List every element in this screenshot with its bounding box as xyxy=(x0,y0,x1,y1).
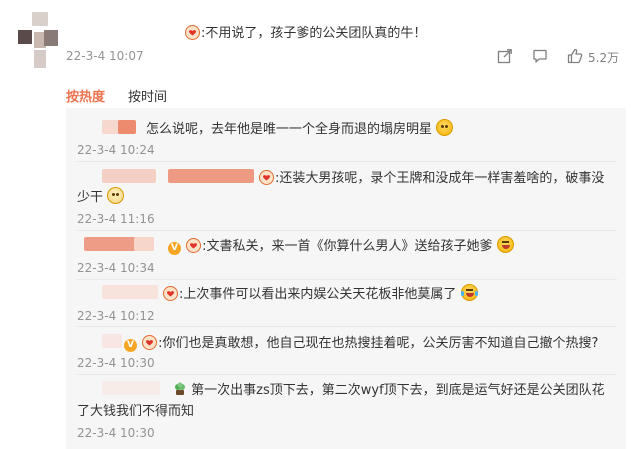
divider xyxy=(77,161,617,162)
reply-text: V :你们也是真敢想，他自己现在也热搜挂着呢，公关厉害不知道自己撤个热搜? xyxy=(124,332,598,352)
tab-sort-by-time[interactable]: 按时间 xyxy=(128,86,167,105)
reply-text: 第一次出事zs顶下去，第二次wyf顶下去，到底是运气好还是公关团队花 xyxy=(173,379,605,398)
divider xyxy=(77,374,617,375)
reply-content: 第一次出事zs顶下去，第二次wyf顶下去，到底是运气好还是公关团队花 xyxy=(191,383,605,398)
reply-text: V :文書私关，来一首《你算什么男人》送给孩子她爹 xyxy=(168,235,514,255)
divider xyxy=(77,230,617,231)
share-icon xyxy=(497,49,512,64)
reply-username-blurred[interactable] xyxy=(102,285,158,299)
reply-time: 22-3-4 10:30 xyxy=(77,426,155,440)
reply-time: 22-3-4 10:34 xyxy=(77,261,155,275)
reply-text-continued: 少干 xyxy=(77,186,125,205)
reply-content: 怎么说呢，去年他是唯一一个全身而退的塌房明星 xyxy=(146,122,433,137)
tears-of-joy-emoji-icon xyxy=(460,284,478,301)
reply-time: 22-3-4 10:24 xyxy=(77,143,155,157)
tab-sort-by-hot[interactable]: 按热度 xyxy=(66,86,105,105)
laugh-emoji-icon xyxy=(496,236,514,253)
fan-heart-badge-icon xyxy=(142,335,158,350)
main-comment-time: 22-3-4 10:07 xyxy=(66,49,144,63)
reply-text: 怎么说呢，去年他是唯一一个全身而退的塌房明星 xyxy=(146,118,454,137)
reply-username-blurred[interactable] xyxy=(118,120,136,134)
like-button[interactable] xyxy=(567,46,583,66)
fan-heart-badge-icon xyxy=(259,170,274,185)
reply-username-blurred[interactable] xyxy=(102,381,160,395)
avatar[interactable] xyxy=(18,12,62,68)
like-count: 5.2万 xyxy=(588,51,620,65)
like-icon xyxy=(567,48,583,64)
fan-heart-badge-icon xyxy=(186,238,202,253)
reply-username-blurred[interactable] xyxy=(102,169,156,183)
main-comment-content: :不用说了，孩子爹的公关团队真的牛！ xyxy=(201,26,427,41)
verified-badge-icon: V xyxy=(124,339,137,352)
main-comment-text: :不用说了，孩子爹的公关团队真的牛！ xyxy=(184,22,426,41)
reply-content: :文書私关，来一首《你算什么男人》送给孩子她爹 xyxy=(202,239,493,254)
reply-time: 22-3-4 10:12 xyxy=(77,309,155,323)
fan-heart-badge-icon xyxy=(185,25,200,40)
reply-username-blurred[interactable] xyxy=(134,237,154,251)
divider xyxy=(77,326,617,327)
smirk-emoji-icon xyxy=(436,119,454,136)
share-button[interactable] xyxy=(497,46,513,66)
reply-text: :还装大男孩呢，录个王牌和没成年一样害羞啥的，破事没 xyxy=(258,167,604,186)
reply-time: 22-3-4 10:30 xyxy=(77,356,155,370)
verified-badge-icon: V xyxy=(168,242,181,255)
reply-username-blurred[interactable] xyxy=(168,169,254,183)
divider xyxy=(77,279,617,280)
reply-content: :还装大男孩呢，录个王牌和没成年一样害羞啥的，破事没 xyxy=(275,171,605,186)
reply-content: :上次事件可以看出来内娱公关天花板非他莫属了 xyxy=(179,287,457,302)
reply-content: :你们也是真敢想，他自己现在也热搜挂着呢，公关厉害不知道自己撤个热搜? xyxy=(158,336,599,351)
reply-text: :上次事件可以看出来内娱公关天花板非他莫属了 xyxy=(162,283,478,302)
reply-text-continued: 了大钱我们不得而知 xyxy=(77,404,195,419)
comment-button[interactable] xyxy=(532,46,548,66)
fan-heart-badge-icon xyxy=(163,286,178,301)
reply-content: 少干 xyxy=(77,190,104,205)
reply-time: 22-3-4 11:16 xyxy=(77,212,155,226)
plant-badge-icon xyxy=(175,382,185,395)
comment-icon xyxy=(533,49,547,63)
reply-username-blurred[interactable] xyxy=(102,334,122,348)
shrug-emoji-icon xyxy=(107,187,125,204)
